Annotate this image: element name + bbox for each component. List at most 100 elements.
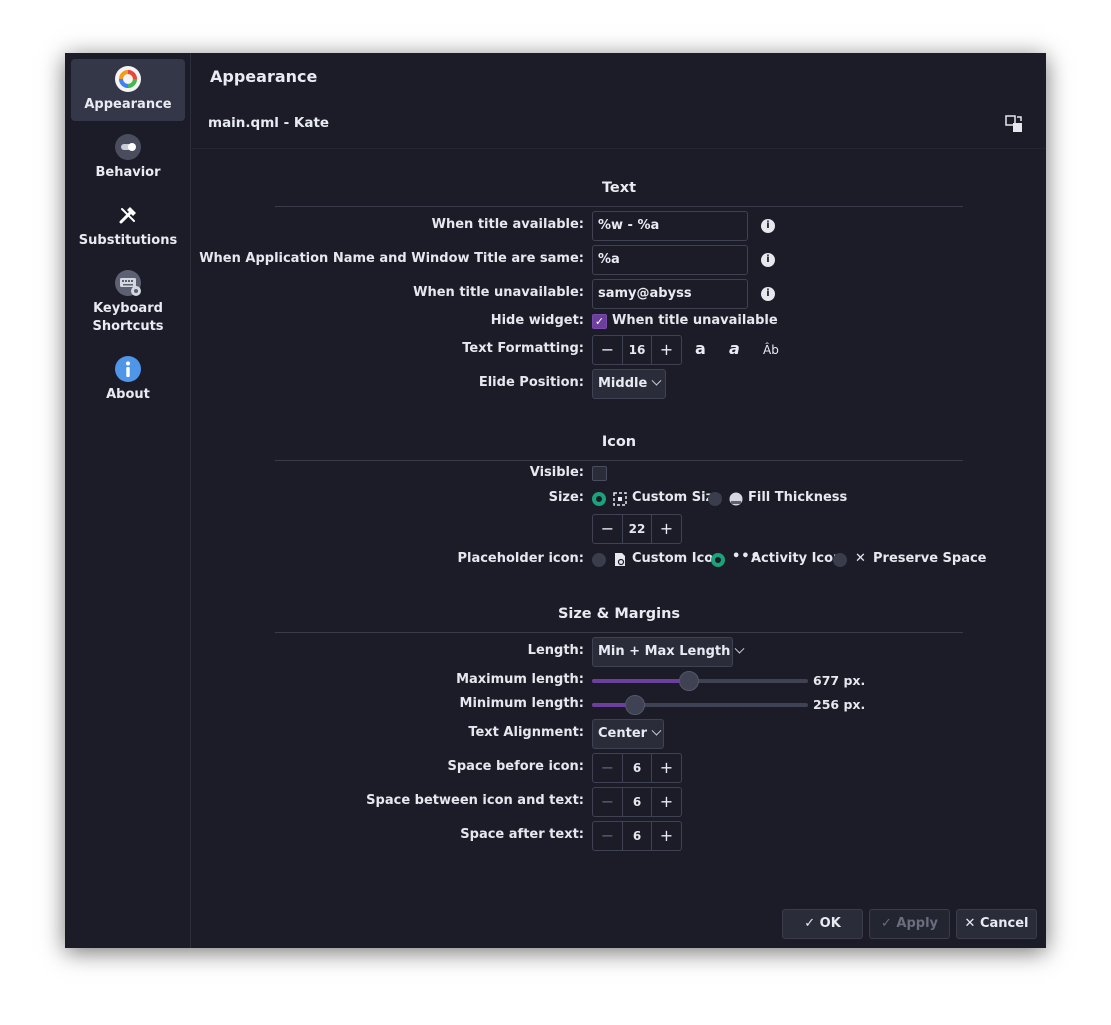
min-length-slider[interactable] xyxy=(592,695,808,715)
info-icon[interactable]: i xyxy=(761,219,775,233)
increment-button[interactable]: + xyxy=(652,754,681,782)
info-icon xyxy=(115,356,141,382)
increment-button[interactable]: + xyxy=(652,788,681,816)
hide-widget-checkbox[interactable]: ✓ xyxy=(592,314,607,329)
custom-icon-radio[interactable] xyxy=(592,553,606,567)
title-available-input[interactable]: %w - %a xyxy=(592,211,748,241)
length-label: Length: xyxy=(527,643,584,658)
title-available-label: When title available: xyxy=(431,217,584,232)
sidebar-item-behavior[interactable]: Behavior xyxy=(71,131,185,187)
text-alignment-dropdown[interactable]: Center xyxy=(592,719,664,749)
decrement-button[interactable]: − xyxy=(593,788,622,816)
space-before-value: 6 xyxy=(622,754,652,782)
length-dropdown[interactable]: Min + Max Length xyxy=(592,637,745,667)
bold-button[interactable]: a xyxy=(695,339,706,358)
cancel-button[interactable]: ✕ Cancel xyxy=(956,909,1037,939)
fill-thickness-label: Fill Thickness xyxy=(748,490,848,505)
slider-fill xyxy=(592,679,690,683)
activity-icon-radio[interactable] xyxy=(711,553,725,567)
section-divider xyxy=(275,206,963,207)
window-subtitle: main.qml - Kate xyxy=(208,115,330,131)
tools-icon xyxy=(119,207,136,224)
icon-size-stepper[interactable]: − 22 + xyxy=(592,514,682,544)
decrement-button[interactable]: − xyxy=(593,822,622,850)
sidebar-item-label: Substitutions xyxy=(78,233,178,248)
space-between-label: Space between icon and text: xyxy=(366,793,584,808)
chevron-down-icon xyxy=(734,643,745,654)
preserve-space-radio[interactable] xyxy=(833,553,847,567)
increment-button[interactable]: + xyxy=(652,515,681,543)
custom-icon-label: Custom Icon xyxy=(632,551,723,566)
font-size-stepper[interactable]: − 16 + xyxy=(592,335,682,365)
text-formatting-label: Text Formatting: xyxy=(462,341,584,356)
sidebar-item-label: About xyxy=(106,387,150,402)
max-length-label: Maximum length: xyxy=(456,672,584,687)
icon-size-value: 22 xyxy=(622,515,652,543)
text-alignment-label: Text Alignment: xyxy=(468,725,584,740)
swap-icon[interactable] xyxy=(1004,114,1024,134)
sidebar-item-keyboard-shortcuts[interactable]: Keyboard Shortcuts xyxy=(71,267,185,337)
title-unavailable-input[interactable]: samy@abyss xyxy=(592,279,748,309)
min-length-label: Minimum length: xyxy=(459,696,584,711)
same-title-label: When Application Name and Window Title a… xyxy=(199,251,584,266)
section-title-text: Text xyxy=(601,180,637,196)
space-between-stepper[interactable]: − 6 + xyxy=(592,787,682,817)
max-length-slider[interactable] xyxy=(592,671,808,691)
sidebar-item-label: Behavior xyxy=(95,165,161,180)
info-icon[interactable]: i xyxy=(761,287,775,301)
slider-handle[interactable] xyxy=(625,695,646,715)
sidebar-item-substitutions[interactable]: Substitutions xyxy=(71,199,185,255)
color-wheel-icon xyxy=(115,66,141,92)
sidebar: Appearance Behavior Substitutions Keyboa… xyxy=(65,53,191,948)
thickness-icon xyxy=(729,492,743,506)
space-before-stepper[interactable]: − 6 + xyxy=(592,753,682,783)
apply-label: Apply xyxy=(896,916,939,931)
preserve-space-label: Preserve Space xyxy=(873,551,987,566)
decrement-button[interactable]: − xyxy=(593,336,622,364)
hide-widget-option-label: When title unavailable xyxy=(612,313,778,328)
ok-button[interactable]: ✓ OK xyxy=(782,909,863,939)
apply-button[interactable]: ✓ Apply xyxy=(869,909,950,939)
chevron-down-icon xyxy=(651,375,662,386)
fill-thickness-radio[interactable] xyxy=(708,492,722,506)
close-icon: ✕ xyxy=(964,916,980,931)
hide-widget-label: Hide widget: xyxy=(490,313,584,328)
elide-position-label: Elide Position: xyxy=(478,375,584,390)
chevron-down-icon xyxy=(651,725,662,736)
space-after-stepper[interactable]: − 6 + xyxy=(592,821,682,851)
title-unavailable-label: When title unavailable: xyxy=(413,285,584,300)
ok-label: OK xyxy=(819,916,841,931)
decrement-button[interactable]: − xyxy=(593,515,622,543)
icon-visible-checkbox[interactable] xyxy=(592,466,607,481)
increment-button[interactable]: + xyxy=(652,336,681,364)
same-title-input[interactable]: %a xyxy=(592,245,748,275)
custom-size-radio[interactable] xyxy=(592,492,606,506)
page-title: Appearance xyxy=(210,67,318,86)
elide-position-value: Middle xyxy=(598,376,648,391)
cancel-label: Cancel xyxy=(979,916,1029,931)
info-icon[interactable]: i xyxy=(761,253,775,267)
check-icon: ✓ xyxy=(880,916,897,931)
decrement-button[interactable]: − xyxy=(593,754,622,782)
selection-frame-icon xyxy=(613,492,627,506)
file-search-icon xyxy=(615,553,625,566)
check-icon: ✓ xyxy=(804,916,820,931)
section-divider xyxy=(275,460,963,461)
toggle-icon xyxy=(115,134,141,160)
length-value: Min + Max Length xyxy=(598,644,731,659)
section-title-size-margins: Size & Margins xyxy=(557,606,681,622)
space-after-label: Space after text: xyxy=(460,827,584,842)
space-between-value: 6 xyxy=(622,788,652,816)
sidebar-item-about[interactable]: About xyxy=(71,353,185,409)
font-size-value: 16 xyxy=(622,336,652,364)
text-alignment-value: Center xyxy=(598,726,648,741)
elide-position-dropdown[interactable]: Middle xyxy=(592,369,666,399)
settings-window: Appearance Behavior Substitutions Keyboa… xyxy=(65,53,1046,948)
increment-button[interactable]: + xyxy=(652,822,681,850)
slider-handle[interactable] xyxy=(679,671,700,691)
sidebar-item-label: Appearance xyxy=(84,97,172,112)
sidebar-item-appearance[interactable]: Appearance xyxy=(71,59,185,121)
italic-button[interactable]: a xyxy=(729,339,740,358)
letter-case-button[interactable]: Âb xyxy=(763,343,779,357)
icon-visible-label: Visible: xyxy=(529,465,584,480)
